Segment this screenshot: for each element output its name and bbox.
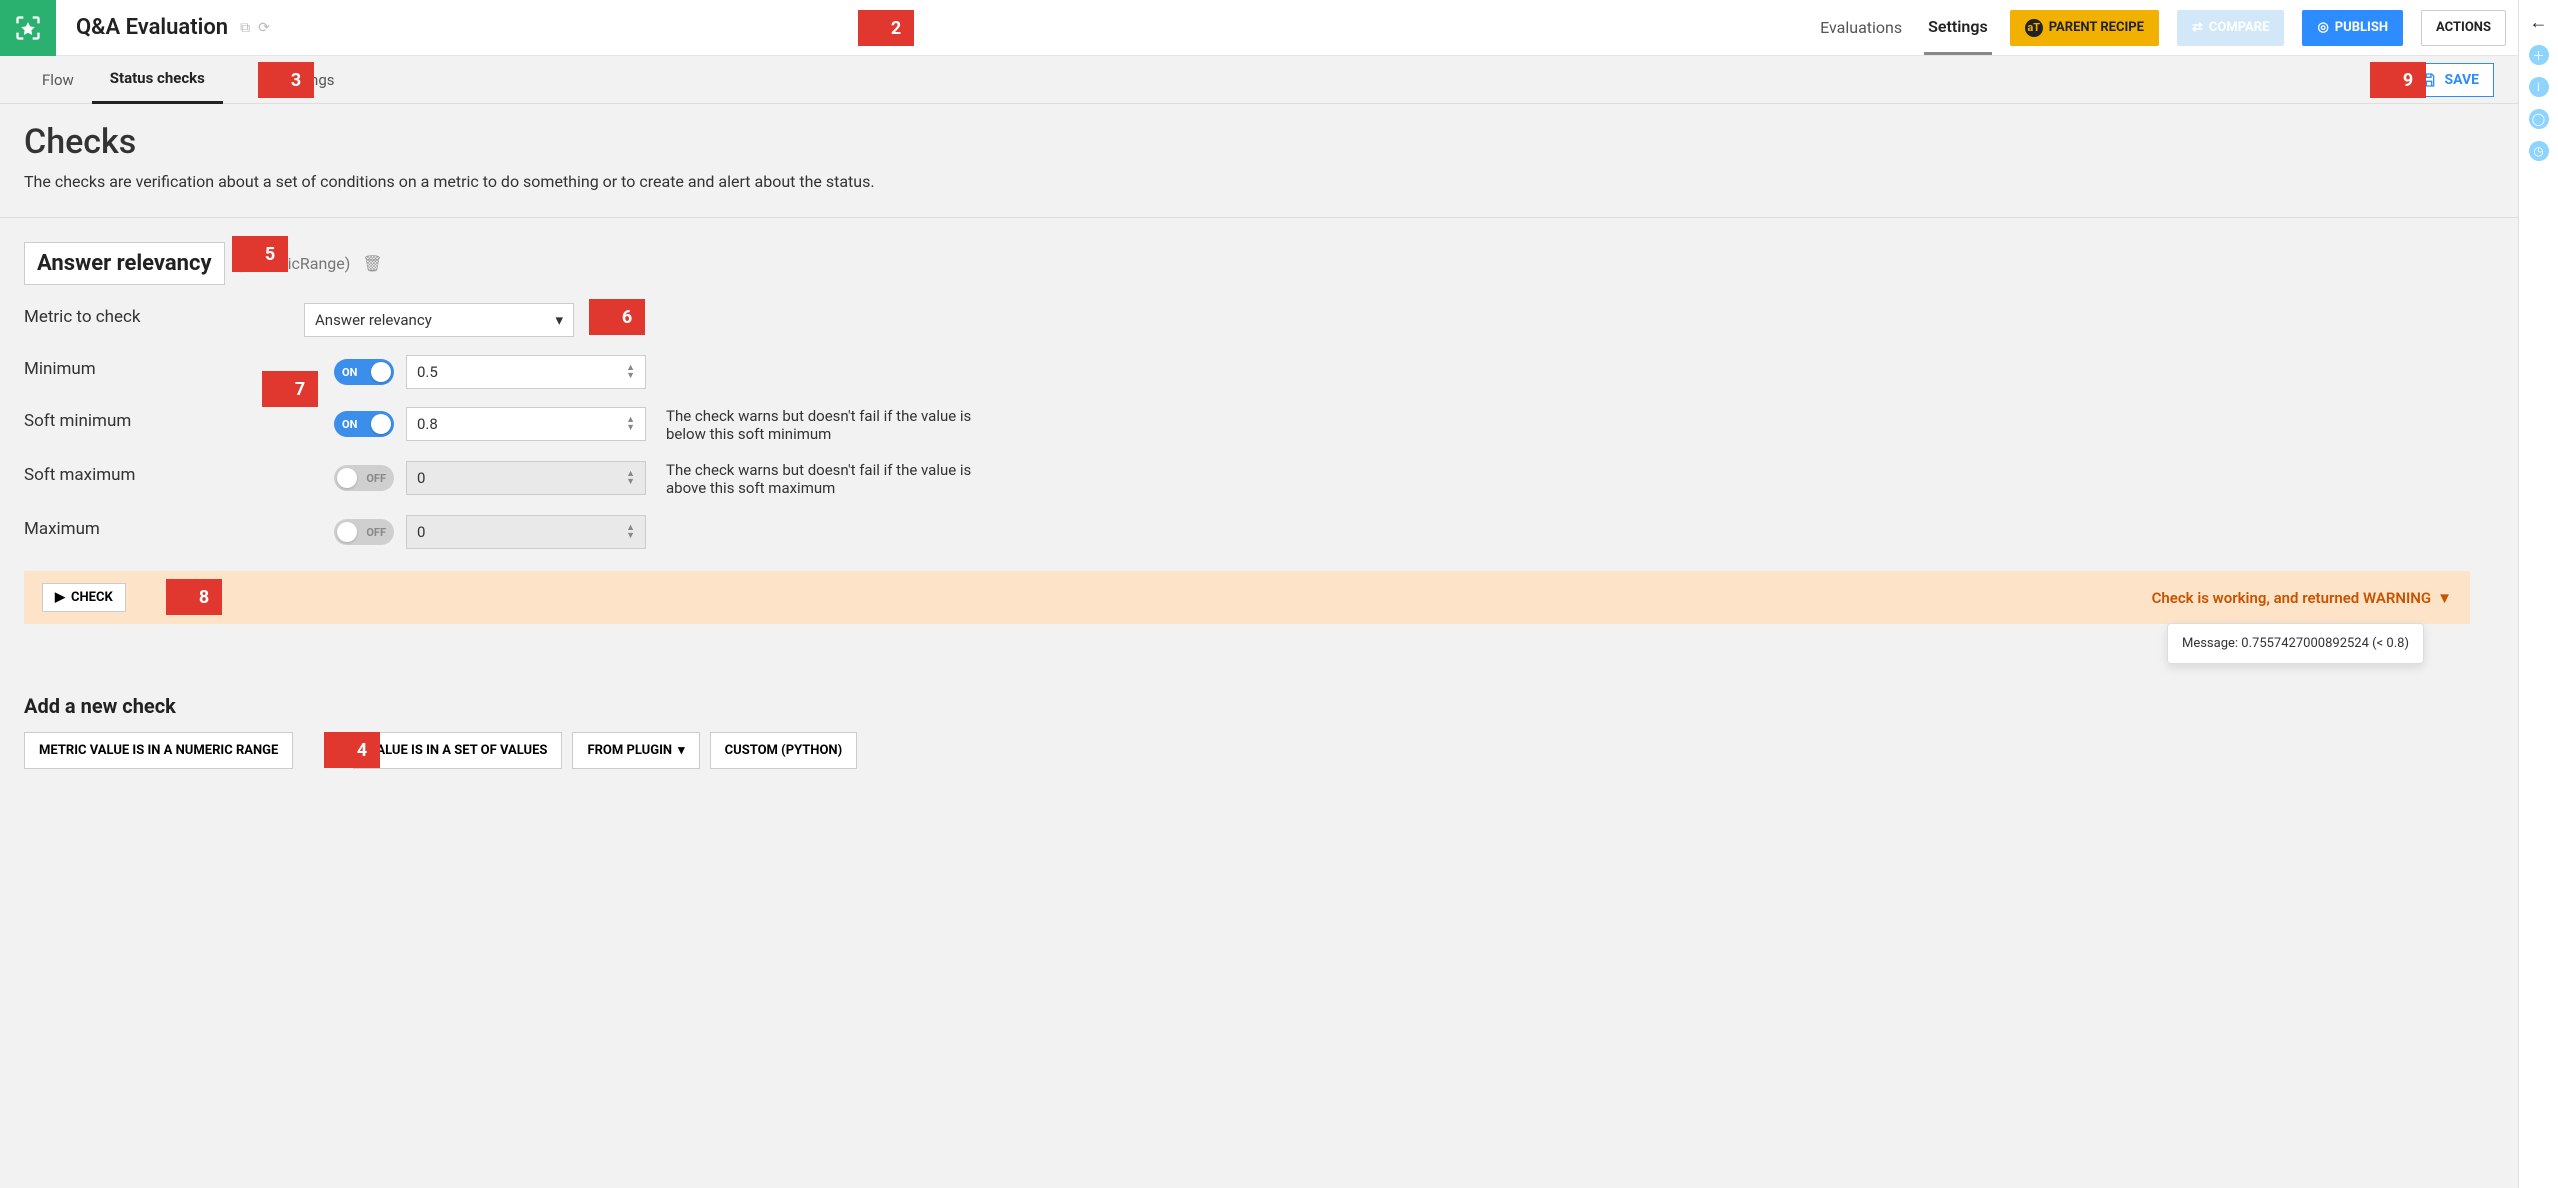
stepper-icon: ▲▼ [626, 524, 635, 540]
save-label: SAVE [2445, 72, 2480, 88]
compare-label: COMPARE [2209, 20, 2270, 35]
callout-2: 2 [878, 10, 914, 46]
stepper-icon[interactable]: ▲▼ [626, 364, 635, 380]
stepper-icon: ▲▼ [626, 470, 635, 486]
nav-evaluations[interactable]: Evaluations [1816, 2, 1906, 53]
callout-4: 4 [344, 732, 380, 768]
content: Checks The checks are verification about… [0, 104, 2518, 1188]
chevron-down-icon: ▾ [555, 311, 563, 329]
callout-5: 5 [252, 236, 288, 272]
max-toggle[interactable]: OFF [334, 519, 394, 545]
softmax-hint: The check warns but doesn't fail if the … [666, 461, 1006, 497]
softmin-hint: The check warns but doesn't fail if the … [666, 407, 1006, 443]
right-rail: ← ＋ i ◯ ◷ [2518, 0, 2558, 1188]
softmin-label: Soft minimum [24, 407, 284, 431]
checks-subtitle: The checks are verification about a set … [24, 172, 2518, 191]
parent-recipe-label: PARENT RECIPE [2049, 20, 2144, 35]
publish-button[interactable]: ◎PUBLISH [2302, 10, 2403, 46]
softmax-label: Soft maximum [24, 461, 284, 485]
nav-settings[interactable]: Settings [1924, 1, 1992, 55]
run-check-label: CHECK [71, 590, 113, 605]
clock-icon[interactable]: ◷ [2529, 141, 2549, 161]
check-status-message: Message: 0.7557427000892524 (< 0.8) [2167, 623, 2424, 664]
compare-button: ⇄COMPARE [2177, 10, 2284, 46]
publish-label: PUBLISH [2335, 20, 2388, 35]
topbar: Q&A Evaluation ⧉ ⟳ Evaluations Settings … [0, 0, 2518, 56]
add-icon[interactable]: ＋ [2529, 45, 2549, 65]
callout-7: 7 [282, 371, 318, 407]
app-logo [0, 0, 56, 56]
metric-label: Metric to check [24, 303, 284, 327]
add-numeric-range-button[interactable]: METRIC VALUE IS IN A NUMERIC RANGE [24, 732, 293, 769]
history-icon[interactable]: ⟳ [258, 20, 270, 36]
min-input[interactable]: 0.5▲▼ [406, 355, 646, 389]
min-toggle[interactable]: ON [334, 359, 394, 385]
subtabs: Flow Status checks settings SAVE 3 9 [0, 56, 2518, 104]
callout-8: 8 [186, 579, 222, 615]
add-new-heading: Add a new check [24, 694, 2494, 718]
softmax-toggle[interactable]: OFF [334, 465, 394, 491]
copy-icon[interactable]: ⧉ [240, 20, 250, 36]
add-custom-python-button[interactable]: CUSTOM (PYTHON) [710, 732, 858, 769]
actions-button[interactable]: ACTIONS [2421, 10, 2506, 46]
callout-9: 9 [2390, 62, 2426, 98]
run-check-button[interactable]: ▶ CHECK [42, 583, 126, 612]
globe-icon[interactable]: ◯ [2529, 109, 2549, 129]
softmax-input: 0▲▼ [406, 461, 646, 495]
metric-select[interactable]: Answer relevancy ▾ [304, 303, 574, 337]
softmin-toggle[interactable]: ON [334, 411, 394, 437]
check-name-input[interactable]: Answer relevancy [24, 242, 225, 285]
caret-down-icon: ▾ [678, 743, 685, 758]
check-status[interactable]: Check is working, and returned WARNING▼ [2152, 589, 2452, 607]
stepper-icon[interactable]: ▲▼ [626, 416, 635, 432]
max-label: Maximum [24, 515, 284, 539]
subtab-status-checks[interactable]: Status checks [92, 56, 223, 104]
play-icon: ▶ [55, 590, 65, 605]
back-icon[interactable]: ← [2530, 12, 2548, 33]
metric-select-value: Answer relevancy [315, 311, 432, 329]
delete-check-icon[interactable]: 🗑 [362, 254, 382, 273]
info-icon[interactable]: i [2529, 77, 2549, 97]
page-title: Q&A Evaluation [76, 15, 228, 40]
callout-3: 3 [278, 62, 314, 98]
parent-recipe-button[interactable]: aTPARENT RECIPE [2010, 10, 2159, 46]
chevron-down-icon: ▼ [2437, 589, 2452, 607]
max-input: 0▲▼ [406, 515, 646, 549]
softmin-input[interactable]: 0.8▲▼ [406, 407, 646, 441]
checks-heading: Checks [24, 122, 2518, 162]
min-label: Minimum [24, 355, 284, 379]
add-set-of-values-button[interactable]: VALUE IS IN A SET OF VALUES [353, 732, 562, 769]
subtab-flow[interactable]: Flow [24, 56, 92, 104]
callout-6: 6 [609, 299, 645, 335]
add-from-plugin-button[interactable]: FROM PLUGIN ▾ [572, 732, 699, 769]
